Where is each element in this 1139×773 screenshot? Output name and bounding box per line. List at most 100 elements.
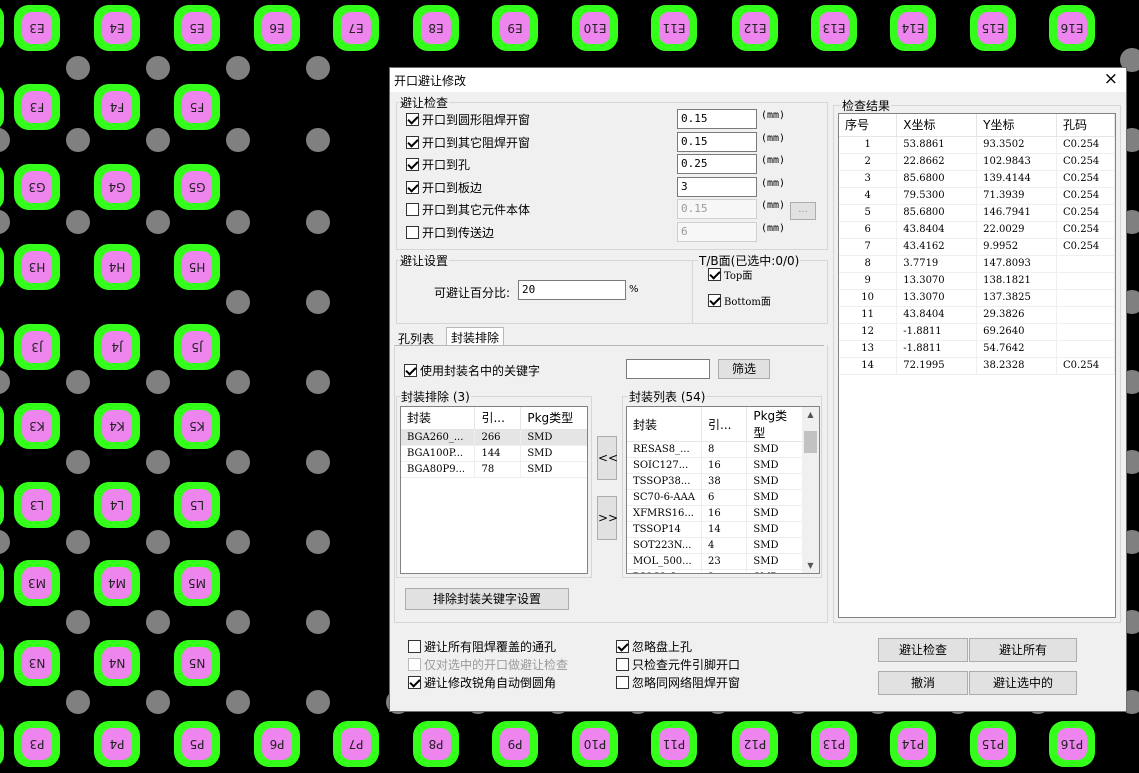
table-row[interactable]: BGA80P9... 78 SMD	[401, 461, 587, 478]
bottom-option-checkbox[interactable]	[616, 676, 629, 689]
check-item-2[interactable]: 开口到其它阻焊开窗	[406, 134, 530, 151]
pad[interactable]: E11	[651, 5, 697, 51]
pad[interactable]: N4	[94, 640, 140, 686]
bottom-face-option[interactable]: Bottom面	[708, 293, 771, 308]
table-row[interactable]: 6 43.8404 22.0029 C0.254	[839, 221, 1115, 239]
check-item-5[interactable]: 开口到其它元件本体	[406, 201, 530, 218]
table-row[interactable]: 1 53.8861 93.3502 C0.254	[839, 136, 1115, 154]
table-row[interactable]: 5 85.6800 146.7941 C0.254	[839, 204, 1115, 222]
filter-button[interactable]: 筛选	[718, 359, 770, 379]
keyword-input[interactable]	[626, 359, 710, 379]
check-item-value-input[interactable]: 3	[677, 176, 757, 197]
check-item-1[interactable]: 开口到圆形阻焊开窗	[406, 111, 530, 128]
table-row[interactable]: TSSOP14 14 SMD	[627, 521, 804, 538]
excluded-column-header[interactable]: 引...	[474, 407, 522, 430]
check-item-checkbox[interactable]	[406, 135, 419, 149]
pad[interactable]: L4	[94, 482, 140, 528]
result-column-header[interactable]: 孔码	[1056, 114, 1115, 137]
pad[interactable]: P13	[811, 721, 857, 767]
bottom-option-5[interactable]: 只检查元件引脚开口	[616, 656, 740, 673]
check-item-value-input[interactable]: 0.15	[677, 109, 757, 129]
pad[interactable]: P4	[94, 721, 140, 767]
pad[interactable]: F3	[14, 84, 60, 130]
bottom-option-checkbox[interactable]	[408, 640, 421, 653]
scroll-thumb[interactable]	[804, 431, 817, 453]
pad[interactable]: G5	[174, 164, 220, 210]
table-row[interactable]: 2 22.8662 102.9843 C0.254	[839, 153, 1115, 171]
pad[interactable]: E16	[1049, 5, 1095, 51]
table-row[interactable]: TSSOP38... 38 SMD	[627, 473, 804, 490]
pad[interactable]: E14	[890, 5, 936, 51]
pad[interactable]: E10	[572, 5, 618, 51]
bottom-option-checkbox[interactable]	[616, 640, 629, 653]
results-table[interactable]: 序号 X坐标 Y坐标 孔码 1 53.8861 93.3502 C0.254 2 22.8662 1…	[838, 113, 1116, 618]
table-row[interactable]: DIOS2_I...2SMD	[627, 569, 804, 573]
table-row[interactable]: 10 13.3070 137.3825	[839, 289, 1115, 307]
pad[interactable]: E15	[970, 5, 1016, 51]
bottom-option-3[interactable]: 避让修改锐角自动倒圆角	[408, 674, 556, 691]
pad[interactable]: M4	[94, 560, 140, 606]
package-column-header[interactable]: 封装	[627, 407, 703, 442]
check-item-checkbox[interactable]	[406, 158, 419, 171]
table-row[interactable]: 11 43.8404 29.3826	[839, 306, 1115, 324]
close-icon[interactable]: ×	[1104, 69, 1118, 89]
pad[interactable]: J3	[14, 324, 60, 370]
pad[interactable]: P8	[413, 721, 459, 767]
tab-package-exclude[interactable]: 封装排除	[446, 327, 505, 346]
table-row[interactable]: SOIC127... 16 SMD	[627, 457, 804, 474]
percent-input[interactable]: 20	[518, 280, 626, 300]
table-row[interactable]: 3 85.6800 139.4144 C0.254	[839, 170, 1115, 188]
pad[interactable]: P5	[174, 721, 220, 767]
table-row[interactable]: BGA260_... 266 SMD	[401, 429, 587, 446]
pad[interactable]: J4	[94, 324, 140, 370]
check-item-checkbox[interactable]	[406, 180, 419, 194]
package-list-scrollbar[interactable]: ▲ ▼	[802, 407, 819, 573]
check-item-value-input[interactable]: 0.25	[677, 154, 757, 174]
table-row[interactable]: 9 13.3070 138.1821	[839, 272, 1115, 290]
package-column-header[interactable]: 引...	[701, 407, 748, 442]
pad[interactable]: K4	[94, 403, 140, 449]
table-row[interactable]: 14 72.1995 38.2328 C0.254	[839, 357, 1115, 375]
check-item-checkbox[interactable]	[406, 225, 419, 239]
pad[interactable]: J5	[174, 324, 220, 370]
pad[interactable]: E12	[732, 5, 778, 51]
check-item-value-input[interactable]: 6	[677, 221, 757, 242]
pad[interactable]: E3	[14, 5, 60, 51]
table-row[interactable]: BGA100P... 144 SMD	[401, 445, 587, 462]
use-keyword-option[interactable]: 使用封装名中的关键字	[404, 362, 540, 379]
bottom-option-4[interactable]: 忽略盘上孔	[616, 638, 692, 655]
table-row[interactable]: 4 79.5300 71.3939 C0.254	[839, 187, 1115, 205]
move-left-button[interactable]: <<	[597, 436, 618, 480]
check-item-checkbox[interactable]	[406, 113, 419, 126]
excluded-column-header[interactable]: Pkg类型	[520, 407, 587, 430]
pad[interactable]: H5	[174, 244, 220, 290]
bottom-option-1[interactable]: 避让所有阻焊覆盖的通孔	[408, 638, 556, 655]
pad[interactable]: L5	[174, 482, 220, 528]
pad[interactable]: F5	[174, 84, 220, 130]
pad[interactable]: M3	[14, 560, 60, 606]
pad[interactable]: P16	[1049, 721, 1095, 767]
pad[interactable]: P12	[732, 721, 778, 767]
avoid-all-button[interactable]: 避让所有	[969, 638, 1077, 662]
pad[interactable]: L3	[14, 482, 60, 528]
package-column-header[interactable]: Pkg类型	[746, 407, 804, 442]
top-face-checkbox[interactable]	[708, 268, 721, 281]
pad[interactable]: H3	[14, 244, 60, 290]
table-row[interactable]: 12 -1.8811 69.2640	[839, 323, 1115, 341]
browse-button[interactable]: ...	[790, 202, 816, 220]
result-column-header[interactable]: Y坐标	[976, 114, 1058, 137]
check-item-6[interactable]: 开口到传送边	[406, 224, 494, 241]
pad[interactable]: E5	[174, 5, 220, 51]
bottom-face-checkbox[interactable]	[708, 294, 721, 307]
result-column-header[interactable]: X坐标	[896, 114, 978, 137]
pad[interactable]: E13	[811, 5, 857, 51]
pad[interactable]: P15	[970, 721, 1016, 767]
pad[interactable]: E4	[94, 5, 140, 51]
scroll-down-icon[interactable]: ▼	[802, 561, 819, 570]
pad[interactable]: E9	[492, 5, 538, 51]
pad[interactable]: H4	[94, 244, 140, 290]
move-right-button[interactable]: >>	[597, 496, 618, 540]
use-keyword-checkbox[interactable]	[404, 364, 417, 377]
top-face-option[interactable]: Top面	[708, 267, 752, 282]
bottom-option-2[interactable]: 仅对选中的开口做避让检查	[408, 656, 568, 673]
